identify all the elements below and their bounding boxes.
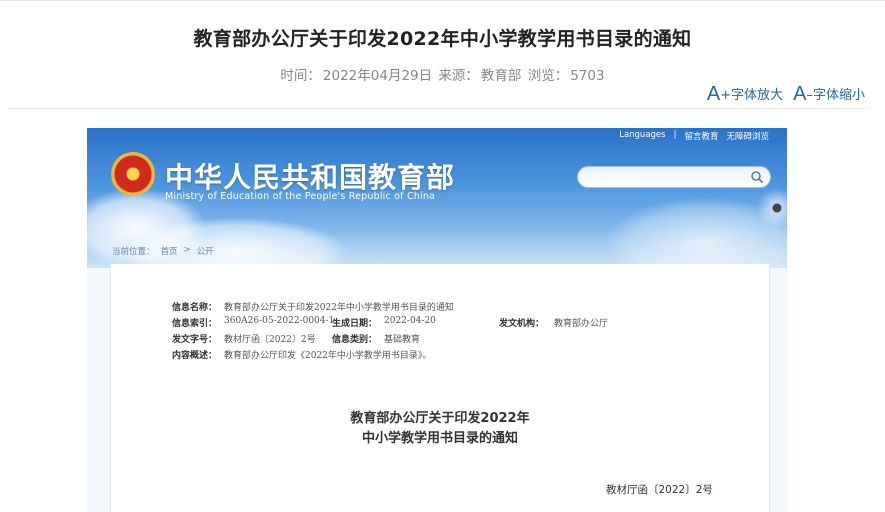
accessibility-link[interactable]: 无障碍浏览 xyxy=(726,130,769,142)
breadcrumb-label: 当前位置： xyxy=(112,247,155,257)
breadcrumb-separator: > xyxy=(183,245,191,255)
source-label: 来源： xyxy=(438,68,479,84)
article-title: 教育部办公厅关于印发2022年中小学教学用书目录的通知 xyxy=(193,28,692,50)
top-divider xyxy=(0,0,885,1)
search-icon[interactable] xyxy=(750,170,764,184)
font-shrink-label: –字体缩小 xyxy=(806,88,865,103)
document-title: 教育部办公厅关于印发2022年 中小学教学用书目录的通知 xyxy=(111,409,769,449)
font-shrink-button[interactable]: A –字体缩小 xyxy=(793,83,865,105)
info-docno-label: 发文字号： xyxy=(172,335,218,345)
breadcrumb: 当前位置： 首页 > 公开 xyxy=(112,245,214,257)
views-label: 浏览： xyxy=(527,68,569,84)
document-paper: 信息名称： 教育部办公厅关于印发2022年中小学教学用书目录的通知 信息索引： … xyxy=(110,264,770,512)
breadcrumb-home[interactable]: 首页 xyxy=(161,245,178,257)
font-enlarge-label: +字体放大 xyxy=(720,88,784,103)
font-enlarge-icon: A xyxy=(706,83,721,105)
info-name-label: 信息名称： xyxy=(172,303,218,313)
document-title-line2: 中小学教学用书目录的通知 xyxy=(361,431,518,446)
font-shrink-icon: A xyxy=(793,83,807,105)
info-row: 信息名称： 教育部办公厅关于印发2022年中小学教学用书目录的通知 xyxy=(172,300,692,316)
view-count: 5703 xyxy=(570,68,605,84)
info-name-value: 教育部办公厅关于印发2022年中小学教学用书目录的通知 xyxy=(224,303,454,313)
document-title-line1: 教育部办公厅关于印发2022年 xyxy=(350,411,530,426)
document-number: 教材厅函〔2022〕2号 xyxy=(606,484,713,496)
banner-top-links: Languages | 留言教育 无障碍浏览 xyxy=(619,130,769,142)
info-category-label: 信息类别： xyxy=(332,335,378,345)
font-size-tools: A +字体放大 A –字体缩小 xyxy=(706,83,865,105)
info-row: 内容概述： 教育部办公厅印发《2022年中小学教学用书目录》。 xyxy=(172,348,692,364)
national-emblem-icon xyxy=(111,152,155,196)
info-row: 信息索引： 360A26-05-2022-0004-1 生成日期： 2022-0… xyxy=(172,316,692,332)
info-docno-value: 教材厅函〔2022〕2号 xyxy=(224,335,316,345)
info-date-value: 2022-04-20 xyxy=(384,316,436,326)
document-info-table: 信息名称： 教育部办公厅关于印发2022年中小学教学用书目录的通知 信息索引： … xyxy=(172,300,692,364)
site-name-english: Ministry of Education of the People's Re… xyxy=(165,191,436,202)
header-divider xyxy=(8,108,868,109)
info-date-label: 生成日期： xyxy=(332,319,378,329)
publish-date: 2022年04月29日 xyxy=(322,68,433,84)
search-input[interactable] xyxy=(577,166,771,188)
site-name: 中华人民共和国教育部 xyxy=(165,161,456,194)
source-value: 教育部 xyxy=(480,68,522,84)
document-screenshot: Languages | 留言教育 无障碍浏览 中华人民共和国教育部 Minist… xyxy=(87,128,787,512)
languages-link[interactable]: Languages xyxy=(619,130,665,142)
article-meta: 时间： 2022年04月29日 来源： 教育部 浏览： 5703 xyxy=(0,64,885,84)
time-label: 时间： xyxy=(280,68,321,84)
font-enlarge-button[interactable]: A +字体放大 xyxy=(706,83,784,105)
link-separator: | xyxy=(673,130,677,140)
info-category-value: 基础教育 xyxy=(384,335,421,345)
breadcrumb-current[interactable]: 公开 xyxy=(197,245,214,257)
info-row: 发文字号： 教材厅函〔2022〕2号 信息类别： 基础教育 xyxy=(172,332,692,348)
info-org-value: 教育部办公厅 xyxy=(554,319,609,329)
info-org-label: 发文机构： xyxy=(499,319,545,329)
info-index-value: 360A26-05-2022-0004-1 xyxy=(224,316,335,326)
info-summary-value: 教育部办公厅印发《2022年中小学教学用书目录》。 xyxy=(224,351,432,361)
info-index-label: 信息索引： xyxy=(172,319,218,329)
info-summary-label: 内容概述： xyxy=(172,351,218,361)
message-link[interactable]: 留言教育 xyxy=(684,130,718,142)
